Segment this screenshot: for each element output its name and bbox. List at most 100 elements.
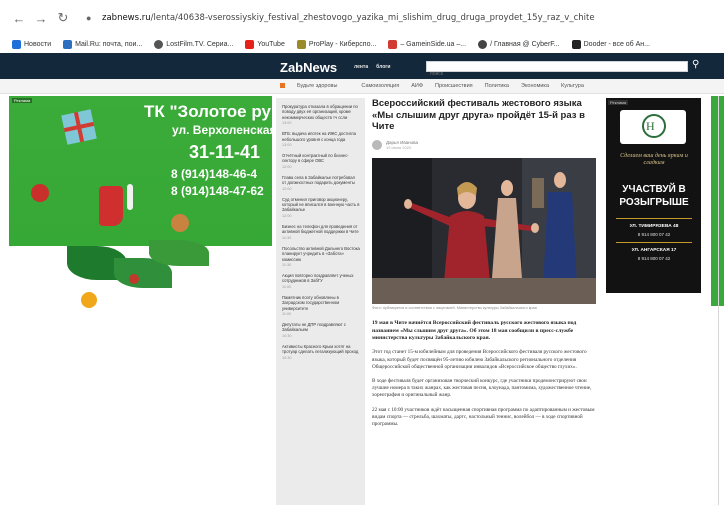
site-logo[interactable]: ZabNews xyxy=(280,60,337,75)
banner-phone-1: 8 (914)148-46-4 xyxy=(171,167,258,181)
banner-address-2: УЛ. АНГАРСКАЯ 17 xyxy=(631,248,677,253)
divider xyxy=(616,218,692,219)
bookmark-favicon-icon xyxy=(571,40,581,49)
right-ad-banner[interactable]: Реклама Н Сделаем ваш день ярким и сладк… xyxy=(606,98,701,293)
left-ad-banner[interactable]: Реклама ТК "Золотое ру ул. Верхоленская,… xyxy=(9,96,272,321)
news-feed: Прокуратура отказала в обращении по пово… xyxy=(276,98,365,505)
banner-title: ТК "Золотое ру xyxy=(144,102,271,121)
author-name[interactable]: Дарья Иванова xyxy=(386,140,418,145)
bookmark-label: Mail.Ru: почта, пои... xyxy=(75,41,143,48)
article-lead: 19 мая в Чите начнётся Всероссийский фес… xyxy=(372,320,577,341)
news-time: 12:00 xyxy=(282,186,292,191)
news-title: Отчётный контрактный по бизнес-сектору в… xyxy=(282,153,349,164)
bauble-icon xyxy=(81,292,97,308)
back-arrow-icon[interactable]: ← xyxy=(10,11,28,26)
photo-caption: Фото: публикуется в соответствии с лицен… xyxy=(372,305,537,310)
list-item[interactable]: Глава села в Забайкалье потребовал от до… xyxy=(282,175,360,191)
list-item[interactable]: Бизнес на телефон для проведения от акти… xyxy=(282,224,360,240)
news-title: Активисты Красного Крым хотят на тротуар… xyxy=(282,343,359,355)
list-item[interactable]: Памятник поэту обновлены в Заградском го… xyxy=(282,295,360,316)
article-author: Дарья Иванова 19 июня 2020 xyxy=(372,139,602,150)
banner-short-phone: 31-11-41 xyxy=(189,142,261,162)
list-item[interactable]: Отчётный контрактный по бизнес-сектору в… xyxy=(282,153,360,169)
article-photo[interactable] xyxy=(372,157,596,304)
bookmark-favicon-icon xyxy=(245,40,255,49)
news-time: 10:30 xyxy=(282,355,292,360)
news-time: 11:30 xyxy=(282,235,292,240)
list-item[interactable]: Прокуратура отказала в обращении по пово… xyxy=(282,104,360,125)
bookmark-item[interactable]: – GameinSide.ua –... xyxy=(388,40,466,49)
banner-cta-line-2: РОЗЫГРЫШЕ xyxy=(619,197,689,208)
browser-address-bar: ← → ↻ ● zabnews.ru/lenta/40638-vserossiy… xyxy=(0,0,724,36)
banner-phone-1: 8 914 800 07 42 xyxy=(637,232,671,237)
candy-cane-icon xyxy=(127,184,133,210)
list-item[interactable]: Посольство активной Дальнего Востока пла… xyxy=(282,246,360,267)
bakery-logo: Н xyxy=(620,110,686,144)
news-time: 13:00 xyxy=(282,121,292,126)
news-title: Памятник поэту обновлены в Заградском го… xyxy=(282,294,340,311)
section-culture[interactable]: Культура xyxy=(561,83,584,89)
nav-lenta[interactable]: лента xyxy=(354,64,368,70)
search-input[interactable] xyxy=(427,69,687,79)
list-item[interactable]: Депутаты не ДПР поздравляют с Забайкалье… xyxy=(282,322,360,338)
article-paragraph: Этот год станет 15-м юбилейным для прове… xyxy=(372,349,587,370)
url-path: /lenta/40638-vserossiyskiy_festival_zhes… xyxy=(150,13,595,23)
page-scrollbar[interactable] xyxy=(718,96,719,505)
logo-letter: Н xyxy=(646,119,655,133)
section-label: Будьте здоровы xyxy=(297,83,338,89)
reload-icon[interactable]: ↻ xyxy=(54,10,72,26)
section-nav: Будьте здоровы Самоизоляция АИФ Происшес… xyxy=(0,79,724,94)
bookmark-item[interactable]: Mail.Ru: почта, пои... xyxy=(63,40,142,49)
top-nav: лента блоги xyxy=(354,64,398,70)
news-title: ВТБ: выдача ипотек на ИЖС достигла небол… xyxy=(282,131,356,142)
bookmark-item[interactable]: / Главная @ CyberF... xyxy=(478,40,560,49)
section-aif[interactable]: АИФ xyxy=(411,83,423,89)
bookmark-item[interactable]: YouTube xyxy=(245,40,285,49)
bookmark-label: Новости xyxy=(24,41,52,48)
ad-tag: Реклама xyxy=(608,100,629,105)
news-title: Депутаты не ДПР поздравляют с Забайкалье… xyxy=(282,321,346,333)
news-title: Суд отменил приговор акционеру, который … xyxy=(282,196,360,213)
avatar[interactable] xyxy=(372,139,382,150)
stocking-icon xyxy=(99,186,123,226)
news-title: Бизнес на телефон для проведения от акти… xyxy=(282,223,359,235)
banner-slogan: Сделаем ваш день ярким и сладким xyxy=(620,153,688,166)
article-paragraph: В ходе фестиваля будет организован творч… xyxy=(372,377,592,399)
health-badge-icon xyxy=(280,83,285,89)
article-date: 19 июня 2020 xyxy=(386,144,412,150)
section-health[interactable]: Будьте здоровы xyxy=(280,83,349,89)
news-time: 12:00 xyxy=(282,164,292,169)
section-politics[interactable]: Политика xyxy=(485,83,509,89)
list-item[interactable]: Активисты Красного Крым хотят на тротуар… xyxy=(282,344,360,360)
article-paragraph: 22 мая с 10:00 участников ждёт насыщенна… xyxy=(372,406,595,427)
bookmark-item[interactable]: LostFilm.TV. Сериа... xyxy=(154,40,233,49)
list-item[interactable]: Суд отменил приговор акционеру, который … xyxy=(282,197,360,218)
news-title: Прокуратура отказала в обращении по пово… xyxy=(282,104,358,120)
bookmark-item[interactable]: Dooder - все об Ан... xyxy=(571,40,650,49)
banner-street: ул. Верхоленская, xyxy=(172,123,272,137)
nav-blogs[interactable]: блоги xyxy=(376,64,390,70)
bookmark-label: LostFilm.TV. Сериа... xyxy=(166,41,234,48)
lock-icon[interactable]: ● xyxy=(86,13,98,23)
bookmark-favicon-icon xyxy=(154,40,164,49)
section-incidents[interactable]: Происшествия xyxy=(435,83,473,89)
bookmark-label: – GameinSide.ua –... xyxy=(400,41,467,48)
section-economy[interactable]: Экономика xyxy=(521,83,549,89)
bookmark-favicon-icon xyxy=(63,40,73,49)
search-icon[interactable]: ⚲ xyxy=(692,59,699,70)
forward-arrow-icon[interactable]: → xyxy=(32,11,50,26)
bookmark-item[interactable]: Новости xyxy=(12,40,51,49)
stage-photo-illustration xyxy=(372,157,596,304)
search-box xyxy=(426,61,688,79)
list-item[interactable]: Акция повторно поздравляет ученых сотруд… xyxy=(282,273,360,289)
divider xyxy=(616,242,692,243)
news-title: Акция повторно поздравляет ученых сотруд… xyxy=(282,272,354,284)
section-selfisolation[interactable]: Самоизоляция xyxy=(361,83,399,89)
banner-phone-2: 8 (914)148-47-62 xyxy=(171,184,264,198)
bookmark-label: ProPlay - Киберспо... xyxy=(308,41,377,48)
url-field[interactable]: zabnews.ru/lenta/40638-vserossiyskiy_fes… xyxy=(102,13,662,23)
bookmark-label: YouTube xyxy=(257,41,285,48)
bookmark-item[interactable]: ProPlay - Киберспо... xyxy=(296,40,377,49)
list-item[interactable]: ВТБ: выдача ипотек на ИЖС достигла небол… xyxy=(282,131,360,147)
news-time: 11:00 xyxy=(282,311,292,316)
